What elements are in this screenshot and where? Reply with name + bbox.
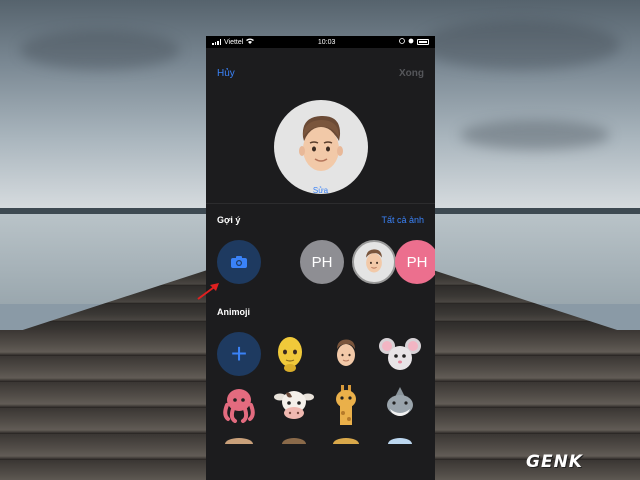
cloud [420, 20, 620, 70]
animoji-alien[interactable] [268, 332, 312, 376]
carrier-name: Viettel [224, 38, 244, 46]
animoji-giraffe[interactable] [324, 382, 368, 426]
profile-avatar[interactable] [274, 100, 368, 194]
animoji-cow[interactable] [272, 382, 316, 426]
animoji-heading: Animoji [217, 307, 250, 317]
memoji-face [299, 115, 343, 171]
cloud [460, 120, 610, 150]
status-bar: Viettel 10:03 [206, 36, 435, 48]
wifi-icon [246, 38, 255, 46]
battery-icon [417, 39, 429, 45]
alarm-icon [408, 38, 414, 46]
camera-icon [231, 256, 247, 268]
animoji-shark[interactable] [378, 382, 422, 426]
signal-icon [212, 39, 221, 45]
lock-rotation-icon [399, 38, 405, 46]
cancel-button[interactable]: Hủy [217, 68, 235, 79]
cow-icon [274, 391, 314, 419]
phone-screen: Viettel 10:03 Hủy Xong Sửa Gợi ý Tất cả … [206, 36, 435, 480]
animoji-partial[interactable] [378, 434, 422, 444]
annotation-arrow-icon [197, 283, 219, 300]
done-button[interactable]: Xong [399, 68, 424, 79]
suggestion-memoji[interactable] [352, 240, 396, 284]
plus-icon: + [230, 338, 248, 369]
mouse-icon [379, 338, 421, 370]
animoji-mouse[interactable] [378, 332, 422, 376]
memoji-face [337, 339, 355, 366]
animoji-partial[interactable] [324, 434, 368, 444]
cloud [20, 30, 180, 70]
alien-icon [278, 337, 302, 372]
suggestion-initials-gray[interactable]: PH [300, 240, 344, 284]
animoji-partial[interactable] [272, 434, 316, 444]
section-divider [206, 203, 435, 204]
animoji-memoji[interactable] [324, 332, 368, 376]
see-all-photos-link[interactable]: Tất cả ảnh [381, 215, 424, 225]
shark-icon [387, 387, 413, 416]
memoji-face [366, 249, 382, 273]
edit-photo-link[interactable]: Sửa [206, 186, 435, 195]
add-memoji-button[interactable]: + [217, 332, 261, 376]
animoji-partial[interactable] [217, 434, 261, 444]
giraffe-icon [336, 385, 356, 425]
octopus-icon [223, 389, 255, 423]
suggestions-heading: Gợi ý [217, 215, 241, 225]
nav-bar: Hủy Xong [206, 68, 435, 82]
status-time: 10:03 [317, 38, 336, 46]
genk-watermark-logo: GENK [526, 452, 583, 472]
suggestion-initials-pink[interactable]: PH [395, 240, 435, 284]
animoji-octopus[interactable] [217, 382, 261, 426]
camera-button[interactable] [217, 240, 261, 284]
